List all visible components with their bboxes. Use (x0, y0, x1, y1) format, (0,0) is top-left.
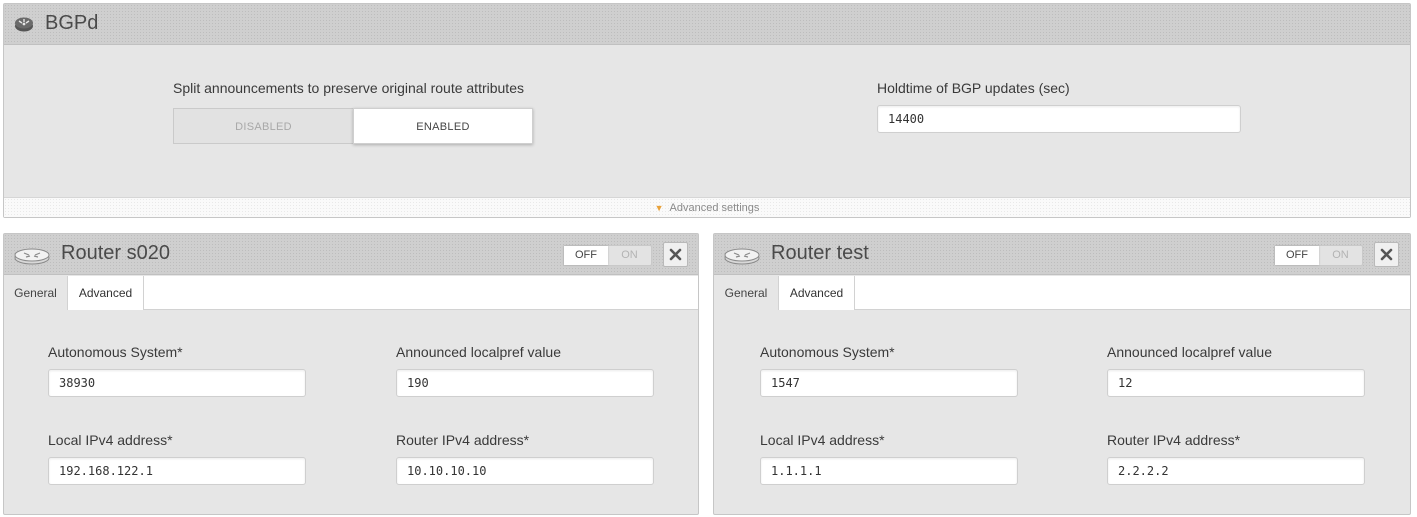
toggle-off-button[interactable]: OFF (564, 246, 608, 265)
router-ip-label: Router IPv4 address* (396, 432, 530, 448)
as-label: Autonomous System* (48, 344, 183, 360)
page-title: BGPd (45, 12, 99, 34)
as-input[interactable] (48, 369, 306, 397)
tab-general[interactable]: General (4, 276, 68, 310)
router-title: Router test (771, 242, 869, 264)
router-icon (14, 15, 34, 38)
router-ip-label: Router IPv4 address* (1107, 432, 1241, 448)
advanced-settings-label: Advanced settings (669, 202, 760, 214)
holdtime-input[interactable] (877, 105, 1241, 133)
toggle-on-button[interactable]: ON (608, 246, 651, 265)
as-input[interactable] (760, 369, 1018, 397)
tab-advanced[interactable]: Advanced (68, 276, 144, 310)
split-announcements-label: Split announcements to preserve original… (173, 80, 524, 96)
split-disabled-button[interactable]: DISABLED (173, 108, 354, 144)
advanced-settings-toggle[interactable]: ▼ Advanced settings (4, 197, 1410, 217)
local-ip-label: Local IPv4 address* (48, 432, 173, 448)
split-enabled-button[interactable]: ENABLED (353, 108, 533, 144)
router-panel: Router test OFF ON General Advanced Auto… (713, 233, 1411, 515)
router-panel: Router s020 OFF ON General Advanced Auto… (3, 233, 699, 515)
router-icon (13, 247, 51, 270)
tab-general[interactable]: General (714, 276, 779, 310)
close-button[interactable] (663, 242, 688, 267)
local-ip-input[interactable] (760, 457, 1018, 485)
router-tabs: General Advanced (4, 276, 698, 310)
local-ip-label: Local IPv4 address* (760, 432, 885, 448)
triangle-down-icon: ▼ (654, 203, 664, 213)
close-icon (669, 248, 682, 261)
close-icon (1380, 248, 1393, 261)
holdtime-label: Holdtime of BGP updates (sec) (877, 80, 1070, 96)
router-title: Router s020 (61, 242, 170, 264)
router-tabs: General Advanced (714, 276, 1410, 310)
router-ip-input[interactable] (396, 457, 654, 485)
router-ip-input[interactable] (1107, 457, 1365, 485)
close-button[interactable] (1374, 242, 1399, 267)
bgpd-header: BGPd (4, 4, 1410, 45)
router-toggle: OFF ON (1274, 245, 1363, 266)
localpref-label: Announced localpref value (396, 344, 562, 360)
localpref-label: Announced localpref value (1107, 344, 1273, 360)
bgpd-panel: BGPd Split announcements to preserve ori… (3, 3, 1411, 218)
as-label: Autonomous System* (760, 344, 895, 360)
local-ip-input[interactable] (48, 457, 306, 485)
router-icon (723, 247, 761, 270)
router-toggle: OFF ON (563, 245, 652, 266)
toggle-on-button[interactable]: ON (1319, 246, 1362, 265)
localpref-input[interactable] (1107, 369, 1365, 397)
router-header: Router s020 OFF ON (4, 234, 698, 275)
localpref-input[interactable] (396, 369, 654, 397)
tab-advanced[interactable]: Advanced (779, 276, 855, 310)
router-header: Router test OFF ON (714, 234, 1410, 275)
toggle-off-button[interactable]: OFF (1275, 246, 1319, 265)
